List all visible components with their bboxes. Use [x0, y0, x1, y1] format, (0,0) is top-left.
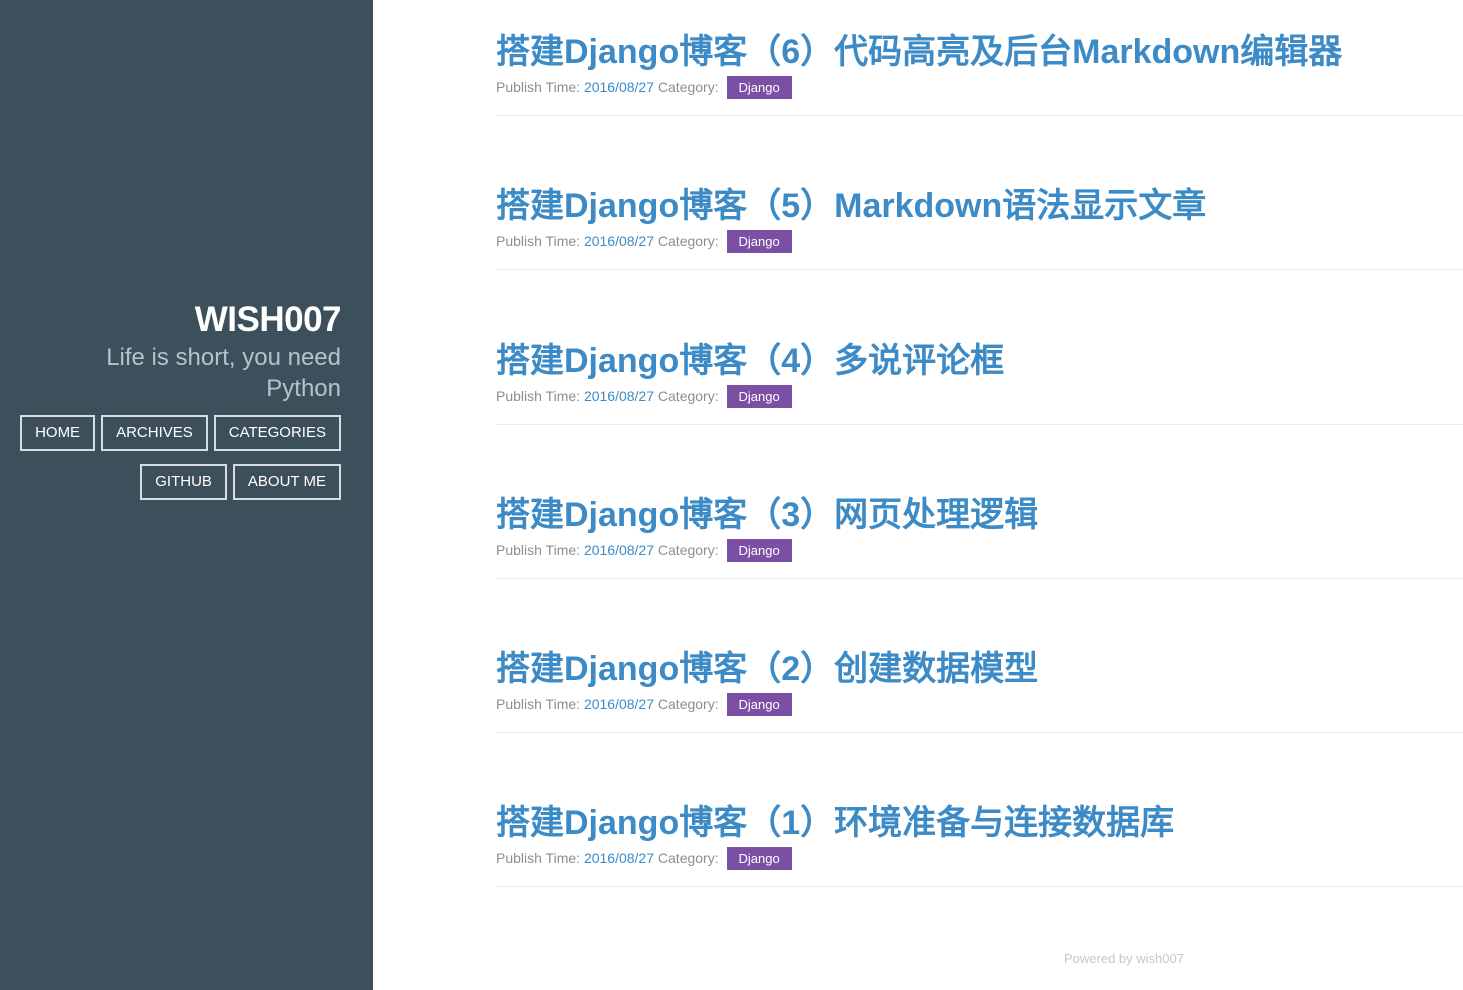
post-item: 搭建Django博客（2）创建数据模型 Publish Time: 2016/0…	[496, 617, 1463, 733]
category-label: Category:	[654, 79, 723, 95]
site-title[interactable]: WISH007	[41, 298, 342, 342]
nav-archives-button[interactable]: ARCHIVES	[101, 415, 208, 451]
post-title[interactable]: 搭建Django博客（4）多说评论框	[496, 339, 1004, 383]
nav-row-1: HOME ARCHIVES CATEGORIES	[11, 415, 341, 451]
post-item: 搭建Django博客（3）网页处理逻辑 Publish Time: 2016/0…	[496, 463, 1463, 579]
nav-github-button[interactable]: GITHUB	[140, 464, 227, 500]
post-title[interactable]: 搭建Django博客（6）代码高亮及后台Markdown编辑器	[496, 30, 1342, 74]
nav-home-button[interactable]: HOME	[20, 415, 96, 451]
sidebar: WISH007 Life is short, you need Python H…	[0, 0, 373, 990]
post-item: 搭建Django博客（4）多说评论框 Publish Time: 2016/08…	[496, 309, 1463, 425]
category-label: Category:	[654, 388, 723, 404]
publish-label: Publish Time:	[496, 850, 584, 866]
post-item: 搭建Django博客（6）代码高亮及后台Markdown编辑器 Publish …	[496, 0, 1463, 116]
post-title[interactable]: 搭建Django博客（5）Markdown语法显示文章	[496, 184, 1206, 228]
post-meta: Publish Time: 2016/08/27 Category: Djang…	[496, 230, 792, 253]
post-date[interactable]: 2016/08/27	[584, 233, 654, 249]
category-badge[interactable]: Django	[726, 76, 792, 99]
post-meta: Publish Time: 2016/08/27 Category: Djang…	[496, 385, 792, 408]
post-date[interactable]: 2016/08/27	[584, 79, 654, 95]
post-item: 搭建Django博客（1）环境准备与连接数据库 Publish Time: 20…	[496, 771, 1463, 887]
publish-label: Publish Time:	[496, 542, 584, 558]
publish-label: Publish Time:	[496, 696, 584, 712]
category-badge[interactable]: Django	[726, 539, 792, 562]
tagline-line1: Life is short, you need	[106, 344, 341, 371]
nav-row-2: GITHUB ABOUT ME	[11, 464, 341, 500]
post-date[interactable]: 2016/08/27	[584, 850, 654, 866]
post-title[interactable]: 搭建Django博客（2）创建数据模型	[496, 647, 1038, 691]
post-meta: Publish Time: 2016/08/27 Category: Djang…	[496, 847, 792, 870]
post-item: 搭建Django博客（5）Markdown语法显示文章 Publish Time…	[496, 154, 1463, 270]
category-label: Category:	[654, 233, 723, 249]
category-badge[interactable]: Django	[726, 693, 792, 716]
category-label: Category:	[654, 850, 723, 866]
post-title[interactable]: 搭建Django博客（1）环境准备与连接数据库	[496, 801, 1174, 845]
post-meta: Publish Time: 2016/08/27 Category: Djang…	[496, 693, 792, 716]
post-date[interactable]: 2016/08/27	[584, 696, 654, 712]
category-badge[interactable]: Django	[726, 385, 792, 408]
tagline-line2: Python	[266, 375, 341, 402]
publish-label: Publish Time:	[496, 388, 584, 404]
post-date[interactable]: 2016/08/27	[584, 542, 654, 558]
nav-categories-button[interactable]: CATEGORIES	[213, 415, 341, 451]
category-label: Category:	[654, 696, 723, 712]
post-meta: Publish Time: 2016/08/27 Category: Djang…	[496, 76, 792, 99]
post-date[interactable]: 2016/08/27	[584, 388, 654, 404]
category-label: Category:	[654, 542, 723, 558]
category-badge[interactable]: Django	[726, 230, 792, 253]
post-title[interactable]: 搭建Django博客（3）网页处理逻辑	[496, 493, 1038, 537]
publish-label: Publish Time:	[496, 79, 584, 95]
nav-about-button[interactable]: ABOUT ME	[232, 464, 341, 500]
brand: WISH007 Life is short, you need Python	[41, 298, 341, 404]
post-meta: Publish Time: 2016/08/27 Category: Djang…	[496, 539, 792, 562]
publish-label: Publish Time:	[496, 233, 584, 249]
footer-credit: Powered by wish007	[1064, 951, 1184, 966]
category-badge[interactable]: Django	[726, 847, 792, 870]
